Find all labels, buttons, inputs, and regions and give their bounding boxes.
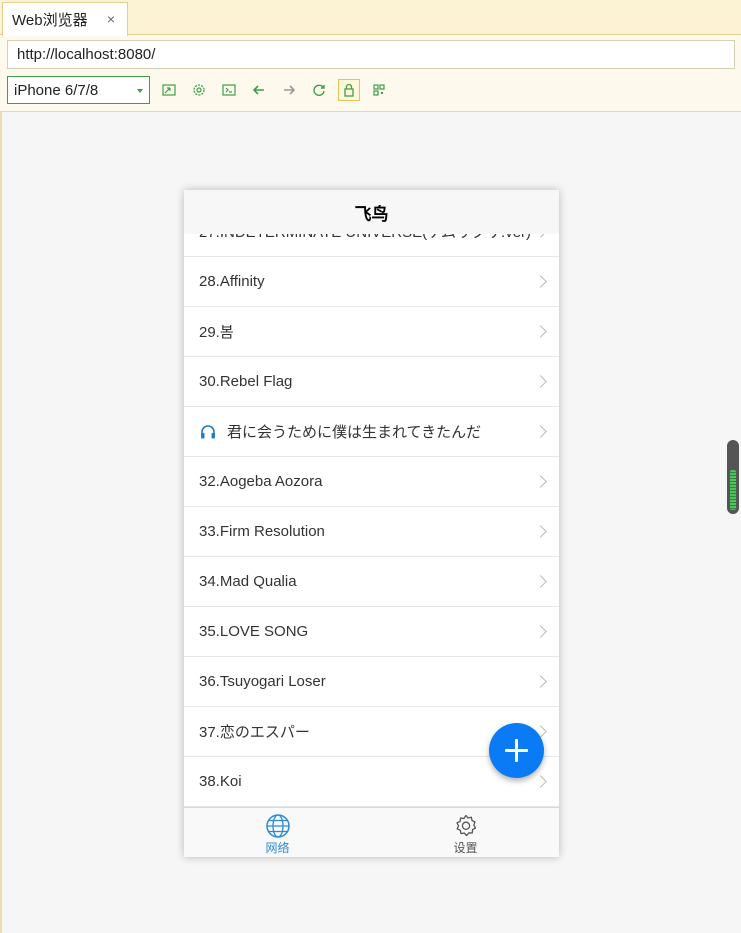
list-item[interactable]: 33.Firm Resolution bbox=[184, 507, 559, 557]
phone-viewport: 飞鸟 27.INDETERMINATE UNIVERSE(ケムリクサ.ver) … bbox=[184, 190, 559, 857]
list-item-label: 36.Tsuyogari Loser bbox=[199, 673, 326, 690]
list-item-playing[interactable]: 君に会うために僕は生まれてきたんだ bbox=[184, 407, 559, 457]
bottom-tabbar: 网络 设置 bbox=[184, 807, 559, 857]
gear-icon bbox=[455, 814, 476, 837]
tab-close-icon[interactable]: × bbox=[107, 11, 115, 27]
chevron-right-icon bbox=[534, 675, 547, 688]
chevron-right-icon bbox=[534, 425, 547, 438]
resize-icon[interactable] bbox=[158, 79, 180, 101]
list-item-label: 33.Firm Resolution bbox=[199, 523, 325, 540]
scroll-knob[interactable] bbox=[727, 440, 739, 514]
qr-code-icon[interactable] bbox=[368, 79, 390, 101]
list-item-label: 君に会うために僕は生まれてきたんだ bbox=[227, 424, 482, 441]
page-title: 飞鸟 bbox=[184, 190, 559, 234]
globe-icon bbox=[265, 814, 290, 838]
chevron-right-icon bbox=[534, 525, 547, 538]
tab-settings[interactable]: 设置 bbox=[372, 808, 559, 857]
add-button[interactable] bbox=[489, 723, 544, 778]
console-icon[interactable] bbox=[218, 79, 240, 101]
scroll-level bbox=[730, 470, 736, 510]
forward-arrow-icon[interactable] bbox=[278, 79, 300, 101]
list-item[interactable]: 30.Rebel Flag bbox=[184, 357, 559, 407]
chevron-right-icon bbox=[534, 475, 547, 488]
list-item-label: 29.봄 bbox=[199, 324, 234, 341]
tab-network[interactable]: 网络 bbox=[184, 808, 371, 857]
list-item[interactable]: 32.Aogeba Aozora bbox=[184, 457, 559, 507]
back-arrow-icon[interactable] bbox=[248, 79, 270, 101]
tab-title: Web浏览器 bbox=[12, 12, 88, 29]
settings-icon[interactable] bbox=[188, 79, 210, 101]
song-list[interactable]: 27.INDETERMINATE UNIVERSE(ケムリクサ.ver) 28.… bbox=[184, 207, 559, 807]
chevron-down-icon bbox=[137, 89, 143, 93]
chevron-right-icon bbox=[534, 775, 547, 788]
list-item-label: 37.恋のエスパー bbox=[199, 724, 310, 741]
chevron-right-icon bbox=[534, 275, 547, 288]
chevron-right-icon bbox=[534, 575, 547, 588]
reload-icon[interactable] bbox=[308, 79, 330, 101]
list-item-label: 34.Mad Qualia bbox=[199, 573, 297, 590]
headphones-icon bbox=[201, 424, 215, 438]
device-select-value: iPhone 6/7/8 bbox=[14, 82, 99, 99]
list-item[interactable]: 34.Mad Qualia bbox=[184, 557, 559, 607]
chevron-right-icon bbox=[534, 375, 547, 388]
list-item[interactable]: 35.LOVE SONG bbox=[184, 607, 559, 657]
lock-icon[interactable] bbox=[338, 79, 360, 101]
browser-chrome: Web浏览器 × http://localhost:8080/ iPhone 6… bbox=[0, 0, 741, 112]
viewport-edge bbox=[0, 112, 2, 933]
list-item[interactable]: 29.봄 bbox=[184, 307, 559, 357]
chevron-right-icon bbox=[534, 625, 547, 638]
url-input[interactable]: http://localhost:8080/ bbox=[7, 40, 735, 69]
chevron-right-icon bbox=[534, 325, 547, 338]
tab-label: 设置 bbox=[453, 841, 478, 855]
list-item[interactable]: 36.Tsuyogari Loser bbox=[184, 657, 559, 707]
tab-strip: Web浏览器 × bbox=[0, 0, 741, 36]
list-item[interactable]: 28.Affinity bbox=[184, 257, 559, 307]
list-item-label: 32.Aogeba Aozora bbox=[199, 473, 323, 490]
tab-label: 网络 bbox=[265, 841, 290, 855]
list-item-label: 35.LOVE SONG bbox=[199, 623, 309, 640]
list-item-label: 38.Koi bbox=[199, 773, 242, 790]
browser-tab[interactable]: Web浏览器 × bbox=[2, 2, 128, 36]
list-item-label: 28.Affinity bbox=[199, 273, 265, 290]
list-item-label: 30.Rebel Flag bbox=[199, 373, 293, 390]
device-select[interactable]: iPhone 6/7/8 bbox=[7, 76, 150, 104]
